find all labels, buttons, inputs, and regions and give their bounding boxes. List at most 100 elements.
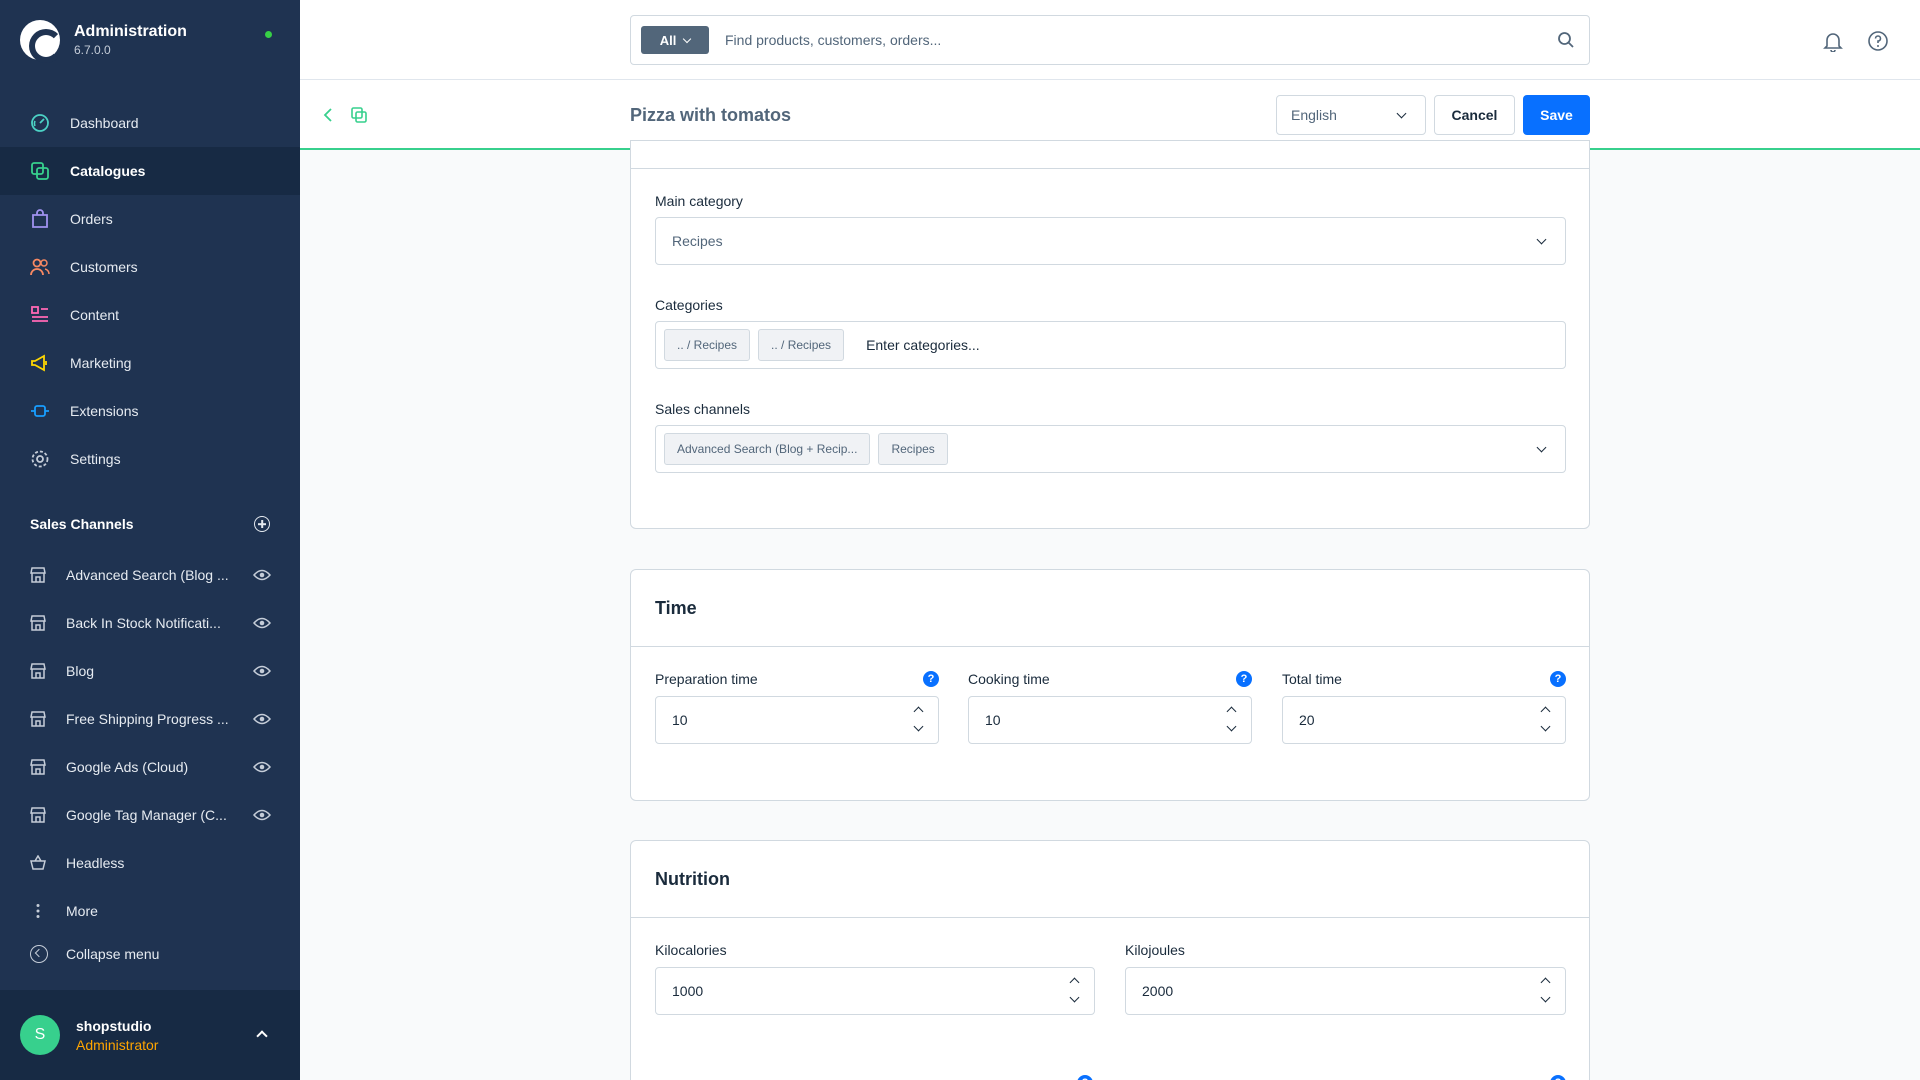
chevron-down-icon[interactable] (1540, 721, 1551, 732)
category-tag[interactable]: .. / Recipes (758, 329, 845, 361)
eye-icon[interactable] (253, 761, 271, 773)
sales-channels-multiselect[interactable]: Advanced Search (Blog + Recip... Recipes (655, 425, 1566, 473)
sales-channel-label: Back In Stock Notificati... (66, 615, 221, 631)
category-tag[interactable]: .. / Recipes (664, 329, 751, 361)
marketing-icon (30, 353, 50, 373)
main-category-value: Recipes (672, 233, 723, 249)
nav-label-marketing: Marketing (70, 355, 132, 371)
collapse-menu-button[interactable]: Collapse menu (30, 945, 159, 963)
chevron-down-icon[interactable] (1540, 992, 1551, 1003)
chevron-down-icon[interactable] (913, 721, 924, 732)
nav-item-extensions[interactable]: Extensions (0, 387, 300, 435)
search-input[interactable] (725, 20, 1557, 60)
help-icon[interactable]: ? (1550, 1075, 1566, 1080)
sales-channel-item[interactable]: Back In Stock Notificati... (0, 599, 300, 647)
help-icon[interactable]: ? (1077, 1075, 1093, 1080)
collapse-arrow-icon (30, 945, 48, 963)
sales-channel-label: Headless (66, 855, 125, 871)
chevron-up-icon[interactable] (1540, 706, 1551, 717)
sales-channel-item[interactable]: Blog (0, 647, 300, 695)
number-stepper[interactable] (1539, 703, 1553, 737)
cooking-time-input[interactable]: 10 (968, 696, 1252, 744)
search-icon[interactable] (1557, 31, 1575, 49)
eye-icon[interactable] (253, 809, 271, 821)
more-sales-channels[interactable]: More (0, 887, 300, 935)
nav-label-catalogues: Catalogues (70, 163, 146, 179)
chevron-down-icon[interactable] (1226, 721, 1237, 732)
kilocalories-label: Kilocalories (655, 942, 727, 958)
kilocalories-input[interactable]: 1000 (655, 967, 1095, 1015)
help-icon[interactable]: ? (1550, 671, 1566, 687)
orders-icon (30, 209, 50, 229)
total-time-input[interactable]: 20 (1282, 696, 1566, 744)
categories-input[interactable]: Enter categories... (866, 337, 980, 353)
nav-label-dashboard: Dashboard (70, 115, 139, 131)
search-type-select[interactable]: All (641, 26, 709, 54)
add-sales-channel-icon[interactable] (254, 516, 270, 532)
chevron-up-icon[interactable] (1540, 977, 1551, 988)
chevron-down-icon[interactable] (1069, 992, 1080, 1003)
eye-icon[interactable] (253, 617, 271, 629)
settings-icon (30, 449, 50, 469)
chevron-up-icon[interactable] (913, 706, 924, 717)
brand-title: Administration (74, 23, 187, 40)
main-category-select[interactable]: Recipes (655, 217, 1566, 265)
eye-icon[interactable] (253, 665, 271, 677)
preparation-time-input[interactable]: 10 (655, 696, 939, 744)
sales-channel-item[interactable]: Free Shipping Progress ... (0, 695, 300, 743)
card-divider (631, 168, 1589, 169)
cancel-button[interactable]: Cancel (1434, 95, 1515, 135)
sales-channel-item[interactable]: Headless (0, 839, 300, 887)
nav-item-orders[interactable]: Orders (0, 195, 300, 243)
help-icon[interactable]: ? (923, 671, 939, 687)
more-vertical-icon (36, 904, 40, 918)
sales-channel-tag[interactable]: Recipes (878, 433, 948, 465)
eye-icon[interactable] (253, 569, 271, 581)
categories-multiselect[interactable]: .. / Recipes .. / Recipes Enter categori… (655, 321, 1566, 369)
sales-channel-item[interactable]: Advanced Search (Blog ... (0, 551, 300, 599)
number-stepper[interactable] (912, 703, 926, 737)
bell-icon[interactable] (1822, 30, 1844, 52)
sales-channel-item[interactable]: Google Ads (Cloud) (0, 743, 300, 791)
help-icon[interactable] (1867, 30, 1889, 52)
sales-channel-item[interactable]: Google Tag Manager (C... (0, 791, 300, 839)
number-stepper[interactable] (1539, 974, 1553, 1008)
help-icon[interactable]: ? (1236, 671, 1252, 687)
chevron-down-icon (1536, 234, 1547, 245)
preparation-time-label: Preparation time (655, 671, 758, 687)
storefront-icon (30, 567, 46, 583)
chevron-up-icon[interactable] (256, 1030, 268, 1042)
chevron-left-icon[interactable] (320, 107, 336, 123)
sales-channel-tag[interactable]: Advanced Search (Blog + Recip... (664, 433, 871, 465)
chevron-up-icon[interactable] (1226, 706, 1237, 717)
nav-item-marketing[interactable]: Marketing (0, 339, 300, 387)
page-title: Pizza with tomatos (630, 105, 792, 125)
number-stepper[interactable] (1225, 703, 1239, 737)
brand[interactable]: Administration 6.7.0.0 (20, 20, 187, 63)
time-card-title: Time (631, 570, 1589, 647)
basket-icon (30, 855, 46, 870)
kilojoules-input[interactable]: 2000 (1125, 967, 1566, 1015)
storefront-icon (30, 663, 46, 679)
language-switch[interactable]: English (1276, 95, 1426, 135)
total-time-label: Total time (1282, 671, 1342, 687)
nav-item-settings[interactable]: Settings (0, 435, 300, 483)
shopware-logo-icon (20, 20, 63, 63)
nutrition-card: Nutrition Kilocalories 1000 Kilojoules 2… (630, 840, 1590, 1080)
nav-item-catalogues[interactable]: Catalogues (0, 147, 300, 195)
save-button[interactable]: Save (1523, 95, 1590, 135)
sales-channel-label: Advanced Search (Blog ... (66, 567, 229, 583)
chevron-up-icon[interactable] (1069, 977, 1080, 988)
kilocalories-value: 1000 (672, 983, 704, 999)
nutrition-card-title: Nutrition (631, 841, 1589, 918)
chevron-down-icon (1396, 108, 1407, 119)
nav-item-dashboard[interactable]: Dashboard (0, 99, 300, 147)
user-menu[interactable]: S shopstudio Administrator (0, 990, 300, 1080)
nav-item-content[interactable]: Content (0, 291, 300, 339)
storefront-icon (30, 711, 46, 727)
content-icon (30, 305, 50, 325)
eye-icon[interactable] (253, 713, 271, 725)
number-stepper[interactable] (1068, 974, 1082, 1008)
nav-item-customers[interactable]: Customers (0, 243, 300, 291)
copy-icon[interactable] (350, 106, 368, 124)
